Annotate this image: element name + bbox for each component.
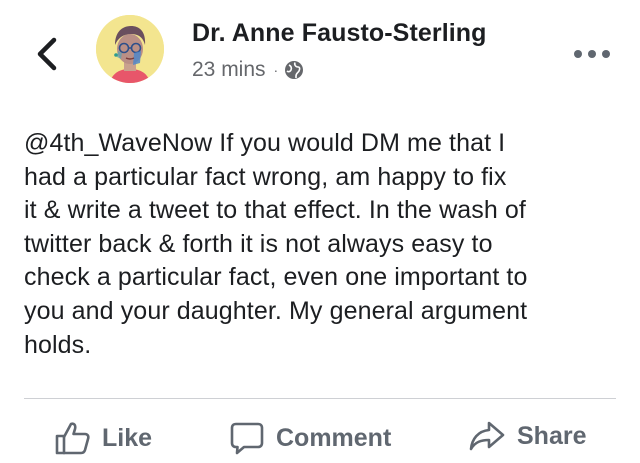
comment-button[interactable]: Comment (230, 421, 391, 455)
more-horizontal-icon (574, 50, 582, 58)
post-timestamp[interactable]: 23 mins (192, 58, 266, 82)
divider (24, 398, 616, 399)
more-options-button[interactable] (574, 46, 610, 62)
share-button[interactable]: Share (469, 421, 586, 451)
like-label: Like (102, 423, 153, 452)
author-name[interactable]: Dr. Anne Fausto-Sterling (192, 19, 487, 48)
avatar-illustration (96, 15, 164, 83)
chevron-left-icon (37, 37, 57, 71)
post-text: @4th_WaveNow If you would DM me that I h… (24, 129, 528, 359)
meta-separator: · (273, 62, 279, 78)
back-button[interactable] (30, 34, 66, 74)
comment-bubble-icon (230, 422, 264, 455)
share-label: Share (517, 421, 587, 450)
share-arrow-icon (469, 421, 505, 451)
globe-icon[interactable] (284, 60, 304, 80)
thumbs-up-icon (55, 422, 90, 455)
avatar[interactable] (96, 15, 164, 83)
like-button[interactable]: Like (54, 421, 152, 455)
post-meta: 23 mins · (192, 58, 304, 82)
comment-label: Comment (276, 423, 392, 452)
